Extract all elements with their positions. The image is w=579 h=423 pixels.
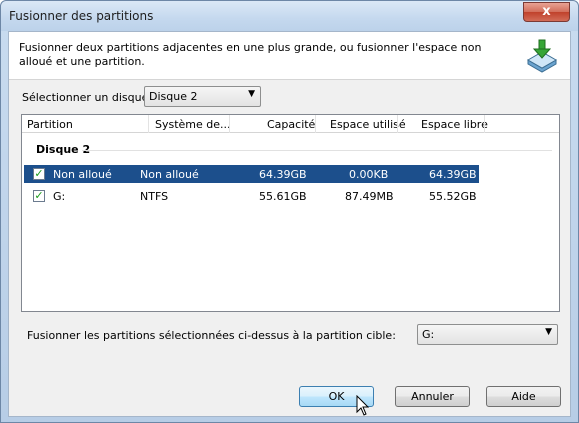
cell-capacity: 64.39GB — [259, 168, 307, 181]
description-banner: Fusionner deux partitions adjacentes en … — [9, 32, 570, 80]
column-header-filesystem[interactable]: Système de... — [155, 118, 231, 131]
column-header-free[interactable]: Espace libre — [421, 118, 488, 131]
column-divider[interactable] — [315, 115, 316, 133]
cancel-button[interactable]: Annuler — [395, 386, 470, 407]
cell-capacity: 55.61GB — [259, 190, 307, 203]
cell-filesystem: Non alloué — [140, 168, 199, 181]
target-select-value: G: — [422, 328, 435, 341]
cell-free: 64.39GB — [429, 168, 477, 181]
chevron-down-icon: ▼ — [545, 327, 552, 337]
cell-filesystem: NTFS — [140, 190, 169, 203]
help-button[interactable]: Aide — [486, 386, 561, 407]
column-divider[interactable] — [148, 115, 149, 133]
target-partition-select[interactable]: G: ▼ — [417, 324, 558, 345]
close-icon: x — [542, 4, 551, 19]
cell-used: 0.00KB — [349, 168, 389, 181]
table-row[interactable]: ✓ Non alloué Non alloué 64.39GB 0.00KB 6… — [24, 165, 479, 183]
table-row[interactable]: ✓ G: NTFS 55.61GB 87.49MB 55.52GB — [24, 187, 479, 205]
column-divider[interactable] — [229, 115, 230, 133]
column-divider[interactable] — [397, 115, 398, 133]
title-bar[interactable]: Fusionner des partitions x — [1, 1, 578, 31]
disk-select[interactable]: Disque 2 ▼ — [144, 86, 261, 107]
column-header-capacity[interactable]: Capacité — [267, 118, 315, 131]
partition-list[interactable]: Partition Système de... Capacité Espace … — [21, 114, 560, 312]
column-header-used[interactable]: Espace utilisé — [330, 118, 406, 131]
cell-free: 55.52GB — [429, 190, 477, 203]
cell-partition: Non alloué — [53, 168, 112, 181]
disk-select-value: Disque 2 — [149, 90, 198, 103]
banner-description: Fusionner deux partitions adjacentes en … — [19, 41, 482, 68]
dialog-body: Fusionner deux partitions adjacentes en … — [8, 31, 571, 417]
row-checkbox[interactable]: ✓ — [33, 168, 45, 180]
close-button[interactable]: x — [523, 2, 570, 22]
column-header-partition[interactable]: Partition — [27, 118, 73, 131]
cell-used: 87.49MB — [345, 190, 394, 203]
row-checkbox[interactable]: ✓ — [33, 190, 45, 202]
list-header: Partition Système de... Capacité Espace … — [22, 115, 559, 133]
target-partition-label: Fusionner les partitions sélectionnées c… — [27, 329, 396, 342]
chevron-down-icon: ▼ — [248, 89, 255, 99]
column-divider[interactable] — [484, 115, 485, 133]
window-title: Fusionner des partitions — [9, 9, 154, 23]
group-divider — [82, 150, 552, 151]
disk-selector-label: Sélectionner un disque: — [22, 91, 153, 104]
merge-partition-icon — [526, 39, 558, 73]
merge-partitions-dialog: Fusionner des partitions x Fusionner deu… — [0, 0, 579, 423]
cell-partition: G: — [53, 190, 66, 203]
mouse-cursor-icon — [356, 395, 370, 416]
